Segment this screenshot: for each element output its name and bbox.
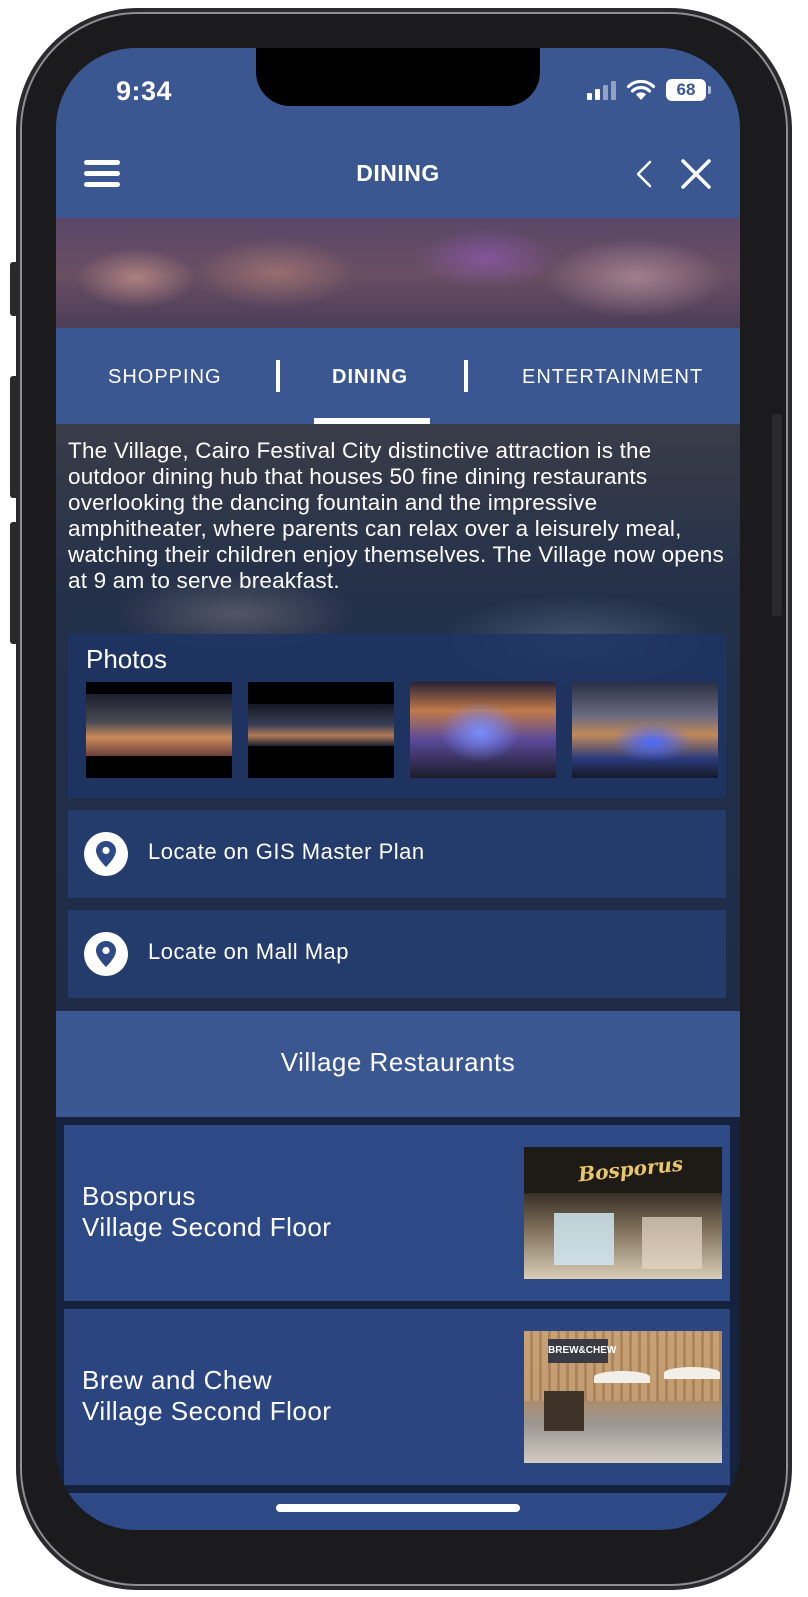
tab-divider	[464, 360, 468, 392]
section-header: Village Restaurants	[56, 1011, 740, 1117]
cellular-signal-icon	[587, 80, 616, 100]
wifi-icon	[626, 79, 656, 100]
status-time: 9:34	[116, 76, 173, 106]
volume-down-button	[10, 522, 20, 644]
restaurant-card-bosporus[interactable]: Bosporus Village Second Floor Bosporus	[64, 1125, 730, 1301]
location-pin-icon	[84, 832, 128, 876]
tab-entertainment[interactable]: ENTERTAINMENT	[522, 366, 703, 389]
location-pin-icon	[84, 932, 128, 976]
photo-thumbnail[interactable]	[410, 682, 556, 778]
photo-thumbnail[interactable]	[86, 682, 232, 778]
status-icons: 68	[587, 78, 711, 102]
dining-description: The Village, Cairo Festival City distinc…	[68, 438, 724, 593]
volume-up-button	[10, 376, 20, 498]
restaurant-card-brew-and-chew[interactable]: Brew and Chew Village Second Floor BREW&…	[64, 1309, 730, 1485]
photo-thumbnail[interactable]	[248, 682, 394, 778]
locate-mall-map-button[interactable]: Locate on Mall Map	[68, 910, 726, 998]
photos-title: Photos	[86, 644, 167, 674]
notch	[256, 48, 540, 106]
locate-gis-master-plan-button[interactable]: Locate on GIS Master Plan	[68, 810, 726, 898]
restaurant-name: Bosporus	[82, 1181, 196, 1211]
close-icon[interactable]	[676, 154, 716, 194]
restaurant-location: Village Second Floor	[82, 1212, 332, 1242]
photo-thumbnail[interactable]	[572, 682, 718, 778]
section-title: Village Restaurants	[280, 1047, 516, 1077]
category-tabs: SHOPPING DINING ENTERTAINMENT	[56, 328, 740, 424]
battery-icon: 68	[666, 79, 711, 101]
restaurant-info: Brew and Chew Village Second Floor	[82, 1365, 331, 1427]
tab-divider	[276, 360, 280, 392]
photos-gallery: Photos	[68, 634, 726, 798]
mute-switch	[10, 262, 20, 316]
power-button	[772, 414, 782, 616]
home-indicator[interactable]	[276, 1504, 520, 1512]
restaurant-photo: BREW&CHEW	[524, 1331, 722, 1463]
restaurant-photo: Bosporus	[524, 1147, 722, 1279]
tab-dining[interactable]: DINING	[332, 366, 408, 389]
restaurant-name: Brew and Chew	[82, 1365, 273, 1395]
locate-gis-label: Locate on GIS Master Plan	[148, 839, 425, 864]
tab-shopping[interactable]: SHOPPING	[108, 366, 222, 389]
restaurant-info: Bosporus Village Second Floor	[82, 1181, 331, 1243]
restaurant-sign: BREW&CHEW	[548, 1339, 616, 1363]
locate-mall-label: Locate on Mall Map	[148, 939, 349, 964]
restaurant-location: Village Second Floor	[82, 1396, 332, 1426]
restaurant-list: Bosporus Village Second Floor Bosporus B…	[56, 1117, 740, 1530]
back-icon[interactable]	[626, 154, 666, 194]
app-screen: 9:34 68 DINING SHOPPING DINING ENTERTAIN…	[56, 48, 740, 1530]
hero-banner-image	[56, 218, 740, 328]
